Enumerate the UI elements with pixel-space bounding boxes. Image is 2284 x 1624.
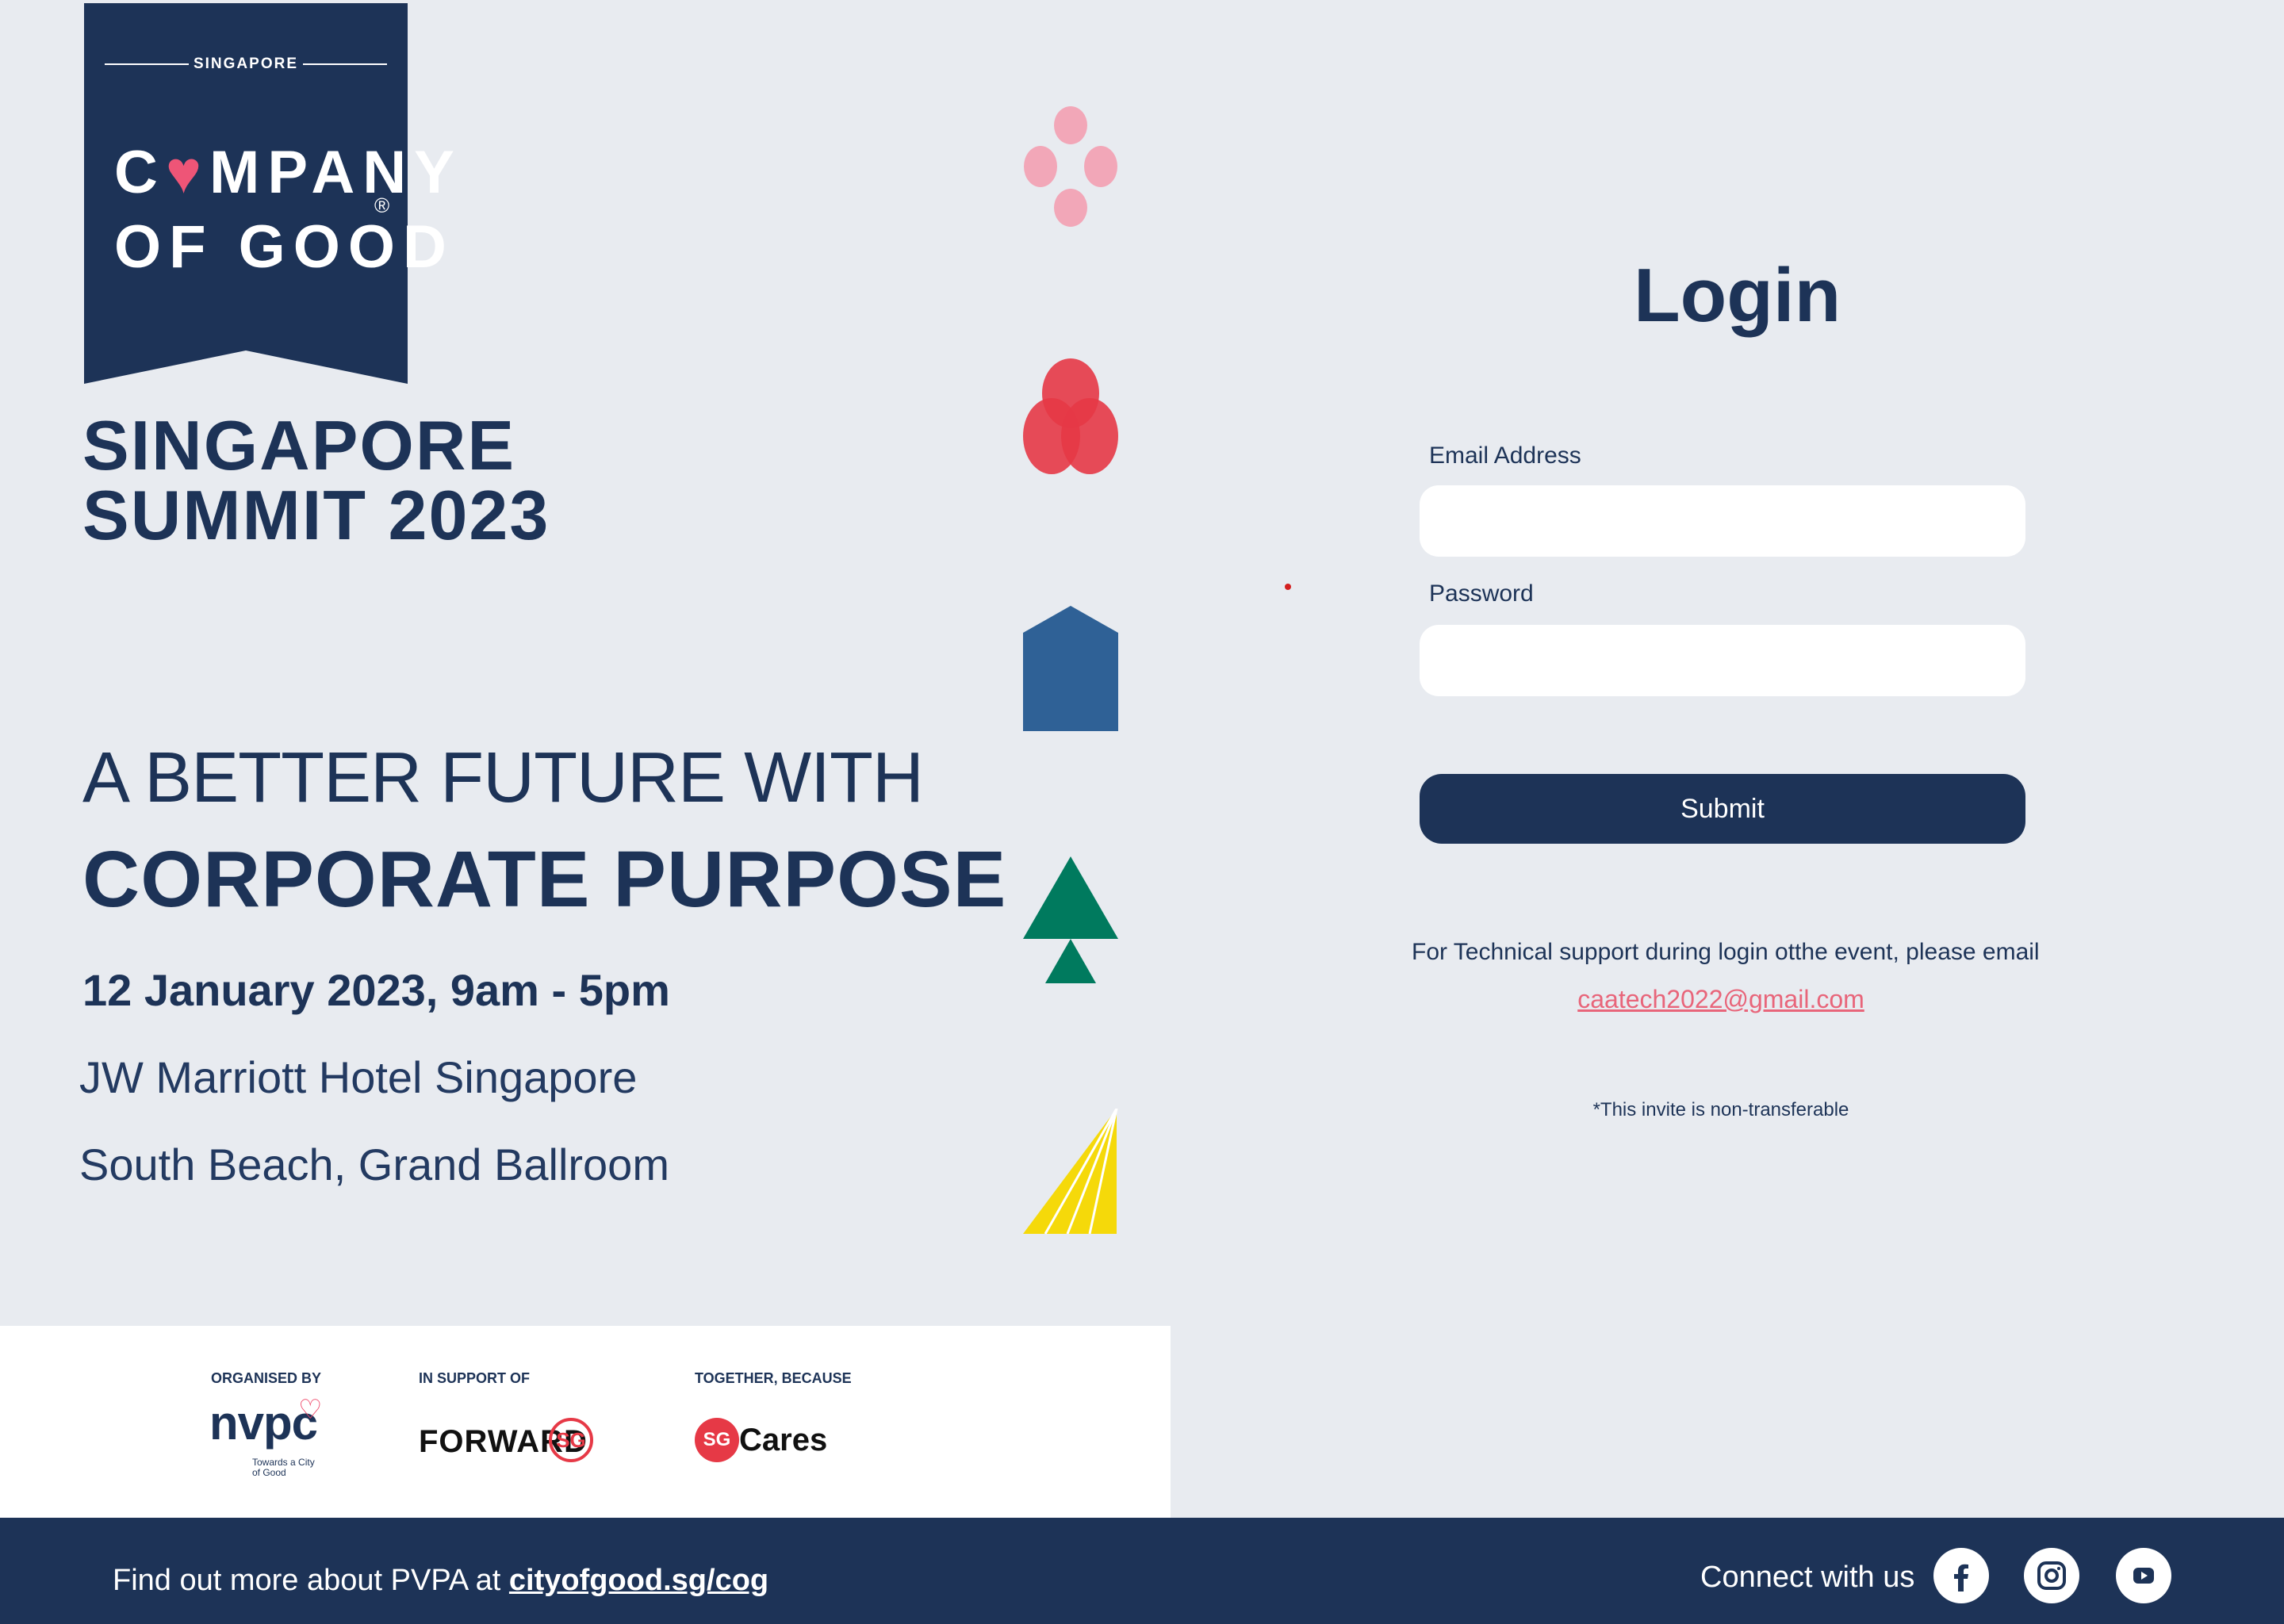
- submit-button[interactable]: Submit: [1420, 774, 2025, 844]
- company-of-good-logo: SINGAPORE C♥MPANY OF GOOD ®: [84, 3, 454, 384]
- cursor-dot: [1285, 584, 1291, 590]
- registered-mark: ®: [374, 193, 390, 217]
- non-transferable-note: *This invite is non-transferable: [1592, 1099, 1849, 1120]
- tagline-light: A BETTER FUTURE WITH: [82, 738, 924, 818]
- heart-icon: ♥: [165, 139, 210, 206]
- logo-word-of-good: OF GOOD: [114, 213, 454, 281]
- summit-title-line1: SINGAPORE: [82, 406, 516, 485]
- cityofgood-link[interactable]: cityofgood.sg/cog: [509, 1564, 768, 1597]
- logo-word-company: C♥MPANY: [114, 139, 462, 206]
- facebook-icon[interactable]: [1933, 1548, 1989, 1603]
- in-support-of-label: IN SUPPORT OF: [419, 1370, 531, 1386]
- instagram-icon[interactable]: [2024, 1548, 2079, 1603]
- event-venue-line2: South Beach, Grand Ballroom: [79, 1139, 669, 1189]
- tagline-bold: CORPORATE PURPOSE: [82, 835, 1007, 924]
- find-out-more: Find out more about PVPA at cityofgood.s…: [113, 1564, 769, 1597]
- logo-kicker: SINGAPORE: [84, 56, 408, 73]
- event-date: 12 January 2023, 9am - 5pm: [82, 965, 670, 1015]
- pink-flower-icon: [1023, 102, 1118, 232]
- together-because-label: TOGETHER, BECAUSE: [695, 1370, 852, 1386]
- youtube-icon[interactable]: [2116, 1548, 2171, 1603]
- connect-with-us-label: Connect with us: [1700, 1561, 1915, 1594]
- footer: Find out more about PVPA at cityofgood.s…: [0, 1518, 2284, 1624]
- yellow-rays-icon: [1023, 1109, 1118, 1235]
- sg-cares-badge-icon: SG: [695, 1418, 739, 1462]
- green-tree-icon: [1023, 856, 1118, 985]
- password-field[interactable]: [1420, 625, 2025, 696]
- email-field[interactable]: [1420, 485, 2025, 557]
- support-email-link[interactable]: caatech2022@gmail.com: [1412, 985, 2030, 1014]
- sponsor-strip: ORGANISED BY nvpc ♡ Towards a City of Go…: [0, 1326, 1171, 1518]
- email-label: Email Address: [1429, 442, 1581, 469]
- organised-by-label: ORGANISED BY: [211, 1370, 322, 1386]
- blue-house-icon: [1023, 606, 1118, 733]
- summit-title-line2: SUMMIT 2023: [82, 476, 550, 554]
- sg-badge-icon: SG: [549, 1418, 593, 1462]
- heart-icon: ♡: [298, 1395, 323, 1425]
- nvpc-tagline: Towards a City of Good: [252, 1457, 315, 1478]
- sg-cares-logo: Cares: [739, 1423, 828, 1457]
- login-title: Login: [1634, 253, 1841, 338]
- event-venue-line1: JW Marriott Hotel Singapore: [79, 1052, 638, 1102]
- password-label: Password: [1429, 580, 1534, 607]
- red-circles-icon: [1023, 354, 1118, 484]
- support-text: For Technical support during login otthe…: [1412, 939, 2040, 965]
